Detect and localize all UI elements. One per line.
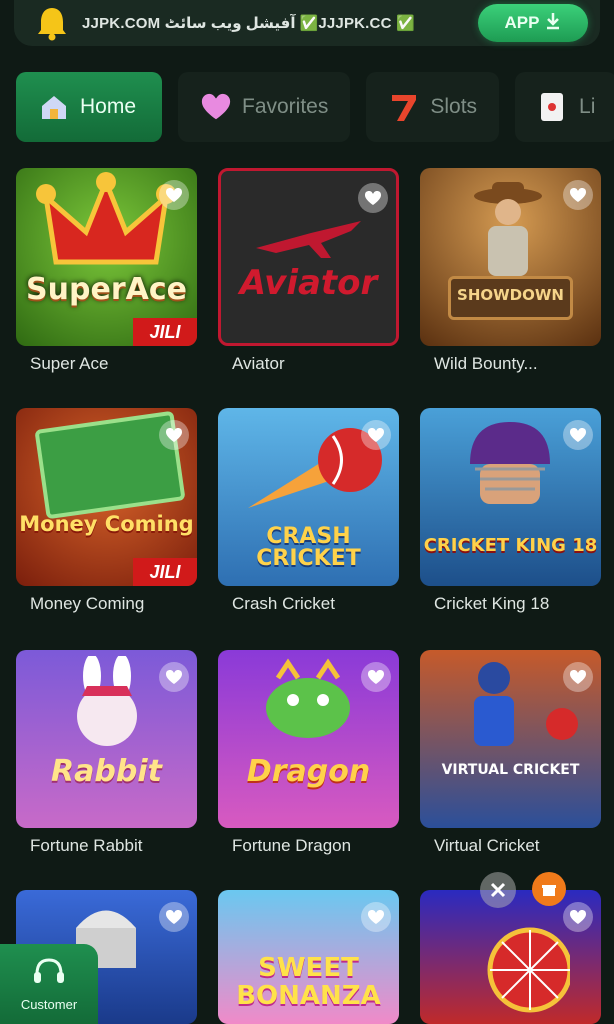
game-title: Cricket King 18: [434, 594, 550, 613]
download-icon: [545, 12, 561, 35]
favorite-icon[interactable]: [361, 902, 391, 932]
favorite-icon[interactable]: [563, 662, 593, 692]
dragon-icon: [266, 658, 350, 738]
game-card-money-coming[interactable]: Money Coming JILI Money Coming: [16, 408, 197, 614]
favorite-icon[interactable]: [563, 180, 593, 210]
jester-hat-icon: [36, 172, 176, 265]
tab-home[interactable]: Home: [16, 72, 162, 142]
plane-icon: [256, 221, 361, 258]
favorite-icon[interactable]: [361, 662, 391, 692]
game-art-text: Aviator: [239, 263, 378, 303]
favorite-icon[interactable]: [159, 902, 189, 932]
game-title: Fortune Rabbit: [30, 836, 143, 855]
game-card-fortune-dragon[interactable]: Dragon Fortune Dragon: [218, 650, 399, 856]
game-title: Virtual Cricket: [434, 836, 540, 855]
close-icon[interactable]: [480, 872, 516, 908]
game-art-text: SuperAce: [26, 272, 187, 307]
game-title: Wild Bounty...: [434, 354, 538, 373]
game-art-text: Dragon: [246, 754, 371, 789]
favorite-icon[interactable]: [159, 180, 189, 210]
bell-icon: [32, 3, 72, 43]
favorite-icon[interactable]: [361, 420, 391, 450]
game-card-super-ace[interactable]: SuperAce JILI Super Ace: [16, 168, 197, 374]
tab-live-label: Li: [579, 95, 596, 118]
announcement-text: JJPK.COM آفیشل ویب سائٹ ✅JJJPK.CC ✅: [82, 15, 415, 32]
game-art-text: SHOWDOWN: [457, 286, 564, 304]
game-card-virtual-cricket[interactable]: VIRTUAL CRICKET Virtual Cricket: [420, 650, 601, 856]
game-thumbnail: SWEET BONANZA: [218, 890, 399, 1024]
game-card-cricket-king[interactable]: CRICKET KING 18 Cricket King 18: [420, 408, 601, 614]
game-thumbnail: [420, 890, 601, 1024]
gift-icon[interactable]: [532, 872, 566, 906]
game-thumbnail: CRASH CRICKET: [218, 408, 399, 586]
favorite-icon[interactable]: [563, 902, 593, 932]
game-thumbnail: Money Coming JILI: [16, 408, 197, 586]
tab-favorites-label: Favorites: [242, 95, 329, 118]
game-thumbnail: Dragon: [218, 650, 399, 828]
tab-live[interactable]: Li: [515, 72, 614, 142]
game-title: Super Ace: [30, 354, 109, 373]
batsman-helmet-icon: [470, 422, 550, 504]
favorite-icon[interactable]: [159, 662, 189, 692]
game-title: Fortune Dragon: [232, 836, 352, 855]
game-art-text: Money Coming: [19, 512, 194, 536]
game-card-crash-cricket[interactable]: CRASH CRICKET Crash Cricket: [218, 408, 399, 614]
game-art-text: CRICKET KING 18: [423, 535, 598, 556]
cowboy-icon: [474, 182, 542, 276]
game-thumbnail: VIRTUAL CRICKET: [420, 650, 601, 828]
game-title: Money Coming: [30, 594, 145, 613]
game-title: Aviator: [232, 354, 285, 373]
app-download-button[interactable]: APP: [478, 4, 588, 42]
game-thumbnail: SHOWDOWN: [420, 168, 601, 346]
game-title: Crash Cricket: [232, 594, 335, 613]
provider-badge: JILI: [133, 318, 197, 346]
game-art-text: VIRTUAL CRICKET: [441, 762, 580, 778]
game-thumbnail: SuperAce JILI: [16, 168, 197, 346]
rabbit-icon: [77, 656, 137, 746]
game-thumbnail: Aviator: [218, 168, 399, 346]
game-art-text: Rabbit: [51, 754, 162, 789]
favorite-icon[interactable]: [358, 183, 388, 213]
game-art-text: CRASH CRICKET: [256, 524, 361, 571]
customer-service-button[interactable]: Customer: [0, 944, 98, 1024]
home-icon: [38, 91, 70, 123]
tab-home-label: Home: [80, 95, 137, 118]
game-art-text: SWEET BONANZA: [236, 953, 381, 1011]
seven-icon: [388, 91, 420, 123]
tab-slots[interactable]: Slots: [366, 72, 500, 142]
app-label: APP: [504, 13, 540, 32]
favorite-icon[interactable]: [563, 420, 593, 450]
game-thumbnail: Rabbit: [16, 650, 197, 828]
provider-badge: JILI: [133, 558, 197, 586]
game-card-sweet-bonanza[interactable]: SWEET BONANZA: [218, 890, 399, 1024]
heart-icon: [200, 91, 232, 123]
favorite-icon[interactable]: [159, 420, 189, 450]
game-card-aviator[interactable]: Aviator Aviator: [218, 168, 399, 374]
cards-icon: [537, 91, 569, 123]
customer-service-label: Customer: [20, 997, 78, 1012]
announcement-banner: JJPK.COM آفیشل ویب سائٹ ✅JJJPK.CC ✅ APP: [14, 0, 600, 46]
game-card-row4-3[interactable]: [420, 890, 601, 1024]
game-card-wild-bounty[interactable]: SHOWDOWN Wild Bounty...: [420, 168, 601, 374]
game-thumbnail: CRICKET KING 18: [420, 408, 601, 586]
tab-favorites[interactable]: Favorites: [178, 72, 351, 142]
tab-slots-label: Slots: [430, 95, 478, 118]
roulette-wheel-icon: [487, 927, 570, 1013]
game-card-fortune-rabbit[interactable]: Rabbit Fortune Rabbit: [16, 650, 197, 856]
headset-icon: [31, 956, 67, 993]
category-tabs: Home Favorites Slots Li: [0, 72, 614, 142]
